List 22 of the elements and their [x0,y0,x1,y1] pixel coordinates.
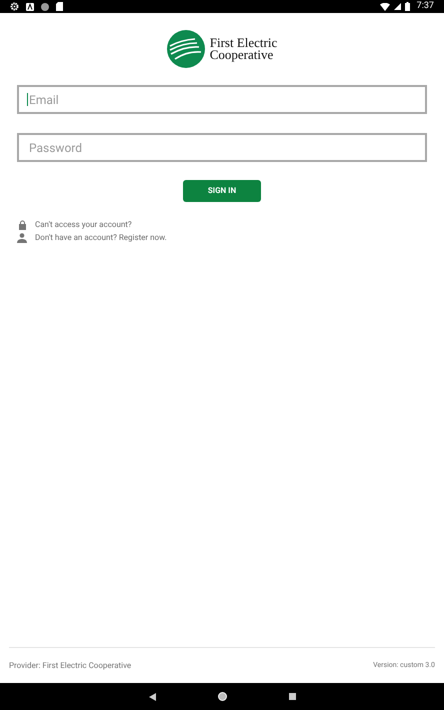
account-link[interactable]: Don't have an account? Register now. [35,232,167,244]
letter-box-icon [26,2,34,10]
gear-icon [10,2,19,11]
logo-icon [166,30,205,68]
provider-text: Provider: First Electric Cooperative [9,660,132,672]
email-field[interactable]: Email [17,85,427,114]
wifi-icon [380,2,390,10]
battery-icon [404,2,410,11]
password-field[interactable]: Password [17,133,427,162]
sd-card-icon [56,2,63,11]
person-icon [17,233,27,243]
signal-icon [394,3,401,10]
clock-time: 7:37 [416,2,434,11]
logo-text: First Electric [210,37,278,49]
logo-text: Cooperative [210,49,274,61]
sign-in-button[interactable]: SIGN IN [183,180,261,202]
circle-icon [41,2,49,10]
back-icon[interactable] [148,692,156,700]
account-link[interactable]: Can't access your account? [35,219,132,231]
lock-icon [18,220,26,230]
recents-icon[interactable] [288,693,296,700]
home-icon[interactable] [218,692,226,701]
